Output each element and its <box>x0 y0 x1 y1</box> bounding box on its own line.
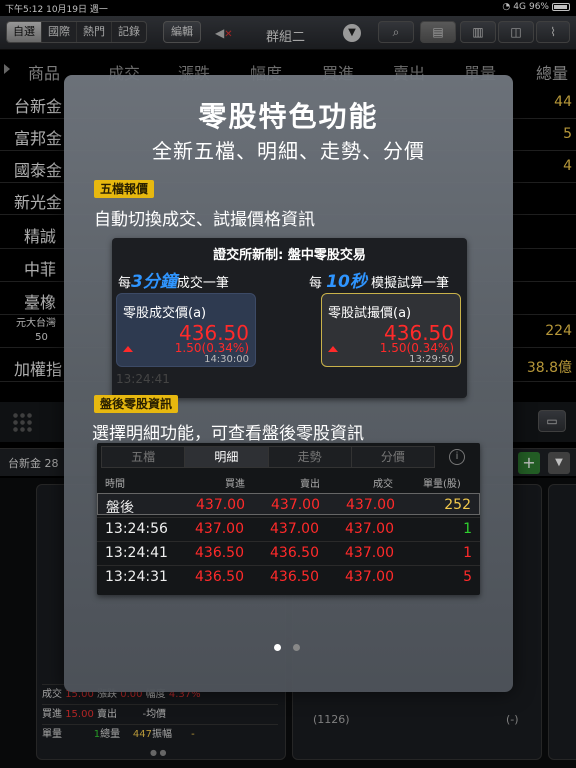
table-row: 13:24:56 437.00 437.00 437.00 1 <box>97 517 480 539</box>
feature-intro-modal[interactable]: 零股特色功能 全新五檔、明細、走勢、分價 五檔報價 自動切換成交、試撮價格資訊 … <box>64 75 513 692</box>
table-row: 13:24:31 436.50 436.50 437.00 5 <box>97 565 480 587</box>
up-arrow-icon <box>123 346 133 352</box>
detail-tabs: 五檔 明細 走勢 分價 <box>101 446 435 468</box>
odd-lot-trade-card: 零股成交價(a) 436.50 1.50(0.34%) 14:30:00 <box>116 293 256 367</box>
fig-faded-time: 13:24:41 <box>116 372 170 386</box>
detail-table-header: 時間 買進 賣出 成交 單量(股) <box>105 479 461 490</box>
info-icon: i <box>449 449 465 465</box>
section-badge-five-levels: 五檔報價 <box>94 180 155 198</box>
table-row: 13:24:41 436.50 436.50 437.00 1 <box>97 541 480 563</box>
tab-details: 明細 <box>185 447 269 467</box>
table-row: 盤後 437.00 437.00 437.00 252 <box>97 493 480 516</box>
tab-trend: 走勢 <box>269 447 352 467</box>
page-dot-1[interactable] <box>274 644 281 651</box>
tab-five-levels: 五檔 <box>102 447 186 467</box>
odd-lot-trial-card: 零股試撮價(a) 436.50 1.50(0.34%) 13:29:50 <box>321 293 461 367</box>
section-badge-after-hours: 盤後零股資訊 <box>94 395 179 413</box>
modal-title: 零股特色功能 <box>198 100 379 133</box>
fig-left-caption: 每3分鐘成交一筆 <box>118 272 229 292</box>
section-desc-after-hours: 選擇明細功能，可查看盤後零股資訊 <box>92 424 364 444</box>
up-arrow-icon <box>328 346 338 352</box>
fig-right-caption: 每 10秒 模擬試算一筆 <box>309 272 449 292</box>
modal-subtitle: 全新五檔、明細、走勢、分價 <box>152 139 425 163</box>
fig-header: 證交所新制: 盤中零股交易 <box>213 248 366 263</box>
section-desc-five-levels: 自動切換成交、試撮價格資訊 <box>94 210 315 230</box>
page-dot-2[interactable] <box>293 644 300 651</box>
tab-price-dist: 分價 <box>380 450 405 464</box>
after-hours-detail-illustration: 五檔 明細 走勢 分價 i 時間 買進 賣出 成交 單量(股) 盤後 437.0… <box>97 443 480 595</box>
odd-lot-quote-illustration: 證交所新制: 盤中零股交易 每3分鐘成交一筆 每 10秒 模擬試算一筆 零股成交… <box>112 238 467 398</box>
page-indicator <box>274 644 300 651</box>
